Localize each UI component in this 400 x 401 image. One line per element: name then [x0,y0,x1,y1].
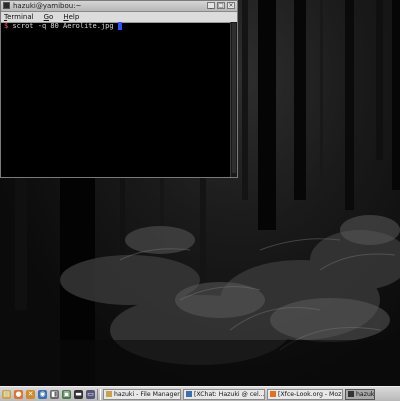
menu-go[interactable]: Go [44,12,54,22]
menu-help[interactable]: Help [63,12,79,22]
terminal-icon [3,2,10,9]
task-app-icon [106,391,112,397]
launcher-monitor-icon[interactable]: ▭ [86,389,95,399]
menu-terminal[interactable]: Terminal [4,12,34,22]
close-button[interactable]: × [227,2,235,9]
prompt-symbol: $ [4,22,9,30]
task-list: hazuki - File Manager [XChat: Hazuki @ ce… [103,388,375,400]
launcher-files-icon[interactable]: ▤ [2,389,11,399]
scrollbar-thumb[interactable] [232,23,236,173]
text-cursor: _ [117,22,123,30]
taskbar: ▤ ● ✕ ◉ ◧ ▣ ▬ ▭ hazuki - File Manager [XChat: Ha… [0,386,400,401]
task-button[interactable]: [Xfce-Look.org - Mozil... [267,388,343,400]
launcher-firefox-icon[interactable]: ● [14,389,23,399]
launcher-xfce-mouse-icon[interactable]: ✕ [26,389,35,399]
window-title: hazuki@yamibou:~ [13,2,82,10]
terminal-titlebar[interactable]: hazuki@yamibou:~ _ □ × [1,1,237,12]
terminal-scrollbar[interactable] [230,22,237,177]
menu-go-rest: o [49,13,54,21]
task-label: hazuki [356,390,375,398]
task-button[interactable]: [XChat: Hazuki @ cel... [183,388,265,400]
launcher-terminal-icon[interactable]: ▬ [74,389,83,399]
launcher-thunderbird-icon[interactable]: ◉ [38,389,47,399]
menu-help-rest: elp [68,13,80,21]
command-text: scrot -q 80 Aerolite.jpg [12,22,114,30]
terminal-window[interactable]: hazuki@yamibou:~ _ □ × Terminal Go Help … [0,0,238,178]
terminal-screen[interactable]: $ scrot -q 80 Aerolite.jpg _ [1,22,231,177]
task-app-icon [186,391,192,397]
launcher-settings-icon[interactable]: ◧ [50,389,59,399]
taskbar-separator [97,388,101,400]
launcher-image-viewer-icon[interactable]: ▣ [62,389,71,399]
task-button[interactable]: hazuki - File Manager [103,388,181,400]
task-label: [XChat: Hazuki @ cel... [194,390,265,398]
task-app-icon [348,391,354,397]
launcher-panel: ▤ ● ✕ ◉ ◧ ▣ ▬ ▭ [0,389,95,399]
maximize-button[interactable]: □ [217,2,225,9]
task-label: hazuki - File Manager [114,390,180,398]
task-button[interactable]: hazuki [345,388,375,400]
task-label: [Xfce-Look.org - Mozil... [278,390,343,398]
menu-terminal-rest: erminal [7,13,34,21]
minimize-button[interactable]: _ [207,2,215,9]
task-app-icon [270,391,276,397]
